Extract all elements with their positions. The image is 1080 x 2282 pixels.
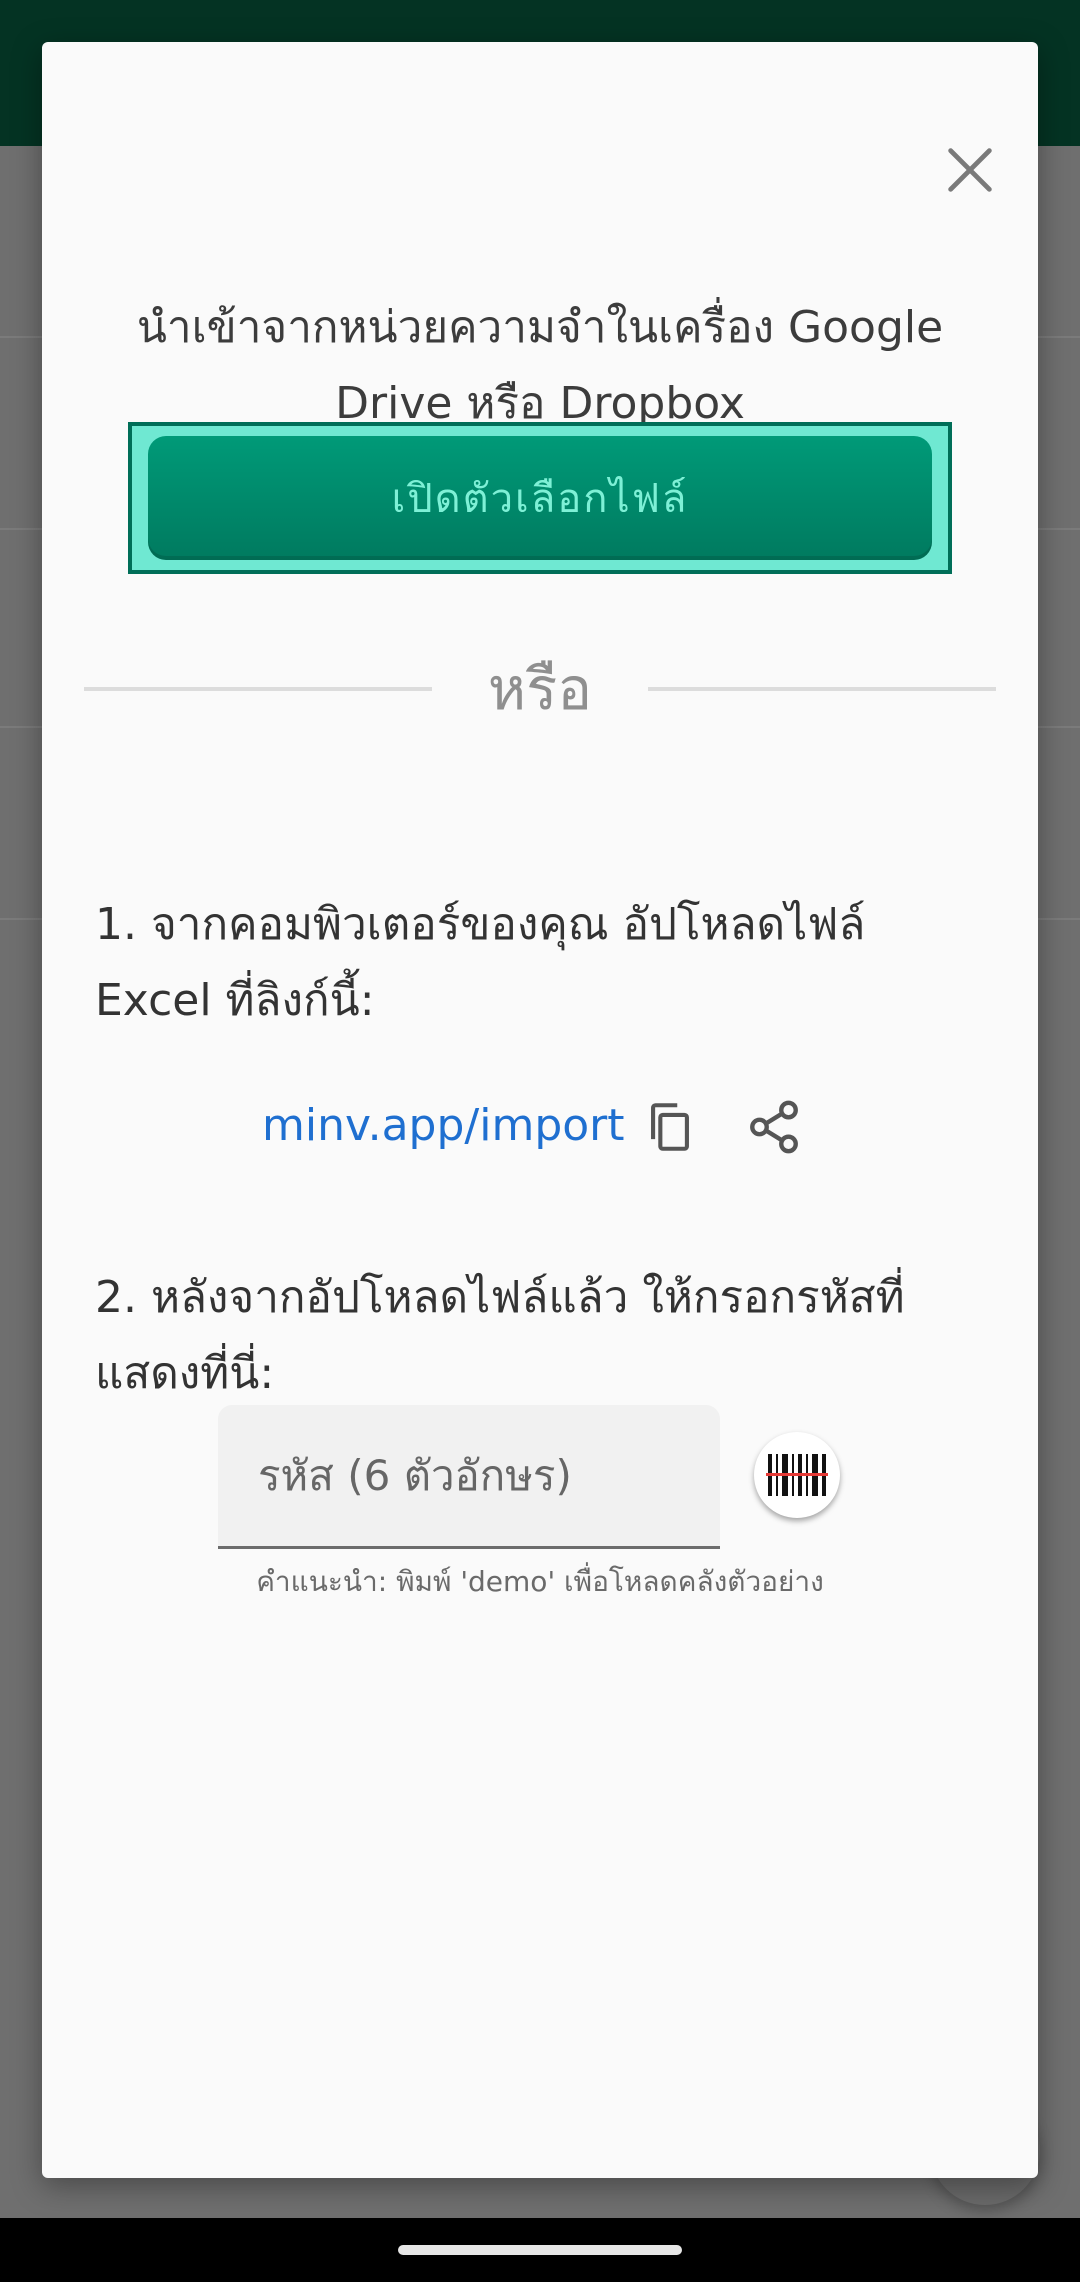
import-dialog: นำเข้าจากหน่วยความจำในเครื่อง Google Dri… xyxy=(42,42,1038,2178)
open-file-focus-ring: เปิดตัวเลือกไฟล์ xyxy=(128,422,952,574)
code-input[interactable] xyxy=(218,1405,720,1546)
demo-hint-text: คำแนะนำ: พิมพ์ 'demo' เพื่อโหลดคลังตัวอย… xyxy=(256,1565,824,1598)
divider-right xyxy=(648,687,996,691)
code-field[interactable] xyxy=(218,1405,720,1549)
close-button[interactable] xyxy=(922,122,1018,218)
intro-text: นำเข้าจากหน่วยความจำในเครื่อง Google Dri… xyxy=(136,302,944,429)
divider-left xyxy=(84,687,432,691)
import-link[interactable]: minv.app/import xyxy=(262,1098,625,1154)
share-link-button[interactable] xyxy=(732,1082,816,1172)
step-2-text: 2. หลังจากอัปโหลดไฟล์แล้ว ให้กรอกรหัสที่… xyxy=(95,1272,905,1399)
share-icon xyxy=(750,1100,798,1154)
home-indicator[interactable] xyxy=(398,2245,682,2255)
close-icon xyxy=(948,148,992,192)
open-file-picker-button[interactable]: เปิดตัวเลือกไฟล์ xyxy=(148,436,932,560)
import-link-row: minv.app/import xyxy=(42,1082,1038,1172)
or-label: หรือ xyxy=(487,655,593,723)
barcode-scan-button[interactable] xyxy=(754,1432,840,1518)
step-1-text: 1. จากคอมพิวเตอร์ของคุณ อัปโหลดไฟล์ Exce… xyxy=(95,899,866,1026)
copy-icon xyxy=(651,1103,689,1151)
barcode-scan-icon xyxy=(766,1454,828,1496)
copy-link-button[interactable] xyxy=(628,1082,712,1172)
